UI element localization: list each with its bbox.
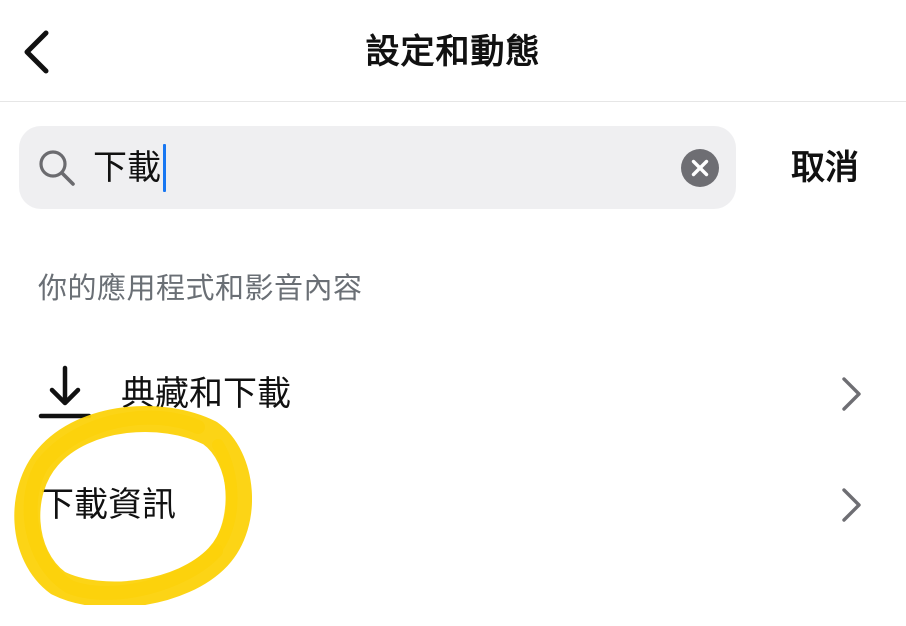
download-icon	[38, 365, 92, 419]
search-input[interactable]: 下載	[93, 144, 166, 192]
section-header: 你的應用程式和影音內容	[38, 271, 363, 305]
top-bar: 設定和動態	[0, 0, 906, 102]
clear-icon[interactable]	[680, 148, 720, 188]
result-row-download-info[interactable]: 下載資訊	[0, 457, 906, 553]
search-field[interactable]: 下載	[19, 126, 736, 209]
cancel-button[interactable]: 取消	[770, 142, 880, 194]
chevron-right-icon	[842, 377, 861, 411]
text-caret	[163, 144, 166, 192]
chevron-right-icon	[842, 488, 861, 522]
page-title: 設定和動態	[365, 32, 541, 72]
search-icon	[39, 150, 75, 186]
search-input-value: 下載	[93, 148, 161, 188]
result-row-label: 典藏和下載	[121, 374, 291, 414]
result-row-label: 下載資訊	[40, 485, 176, 525]
result-row-archive-downloads[interactable]: 典藏和下載	[0, 346, 906, 442]
